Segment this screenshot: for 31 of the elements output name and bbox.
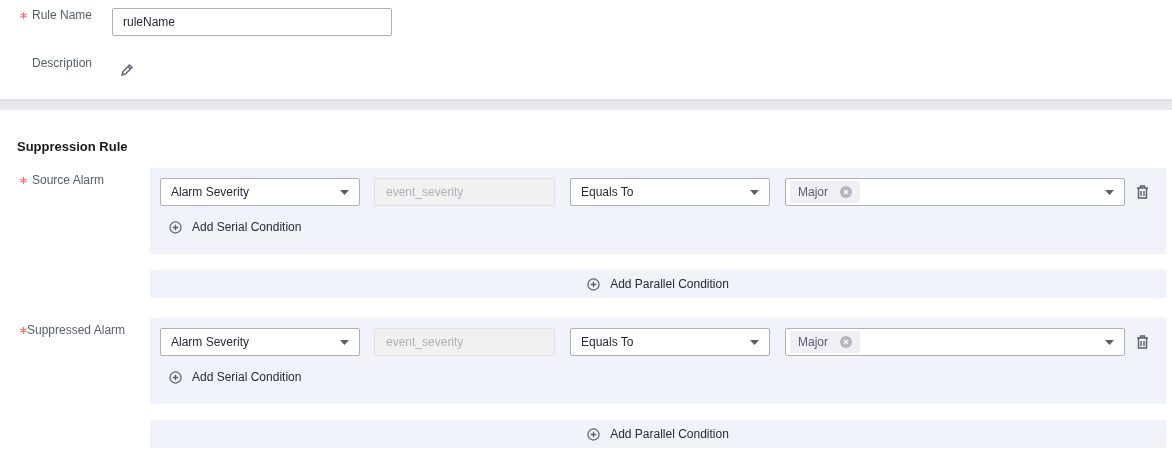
add-serial-condition-button[interactable]: Add Serial Condition: [169, 220, 302, 234]
caret-icon: [1105, 189, 1114, 195]
field-label: Description: [32, 56, 93, 70]
pencil-icon[interactable]: [120, 63, 134, 77]
field-label: Source Alarm: [32, 173, 105, 187]
add-serial-condition-button[interactable]: Add Serial Condition: [169, 370, 302, 384]
value-select[interactable]: Major: [785, 328, 1125, 356]
add-circle-icon: [169, 220, 182, 234]
field-select[interactable]: Alarm Severity: [160, 328, 360, 356]
add-circle-icon: [587, 277, 601, 291]
section-title: Suppression Rule: [16, 138, 129, 156]
key-field: event_severity: [374, 178, 555, 206]
add-circle-icon: [169, 370, 182, 384]
operator-select[interactable]: Equals To: [570, 328, 770, 356]
caret-icon: [750, 189, 759, 195]
add-circle-icon: [587, 427, 601, 441]
field-label: Rule Name: [32, 8, 93, 22]
operator-select[interactable]: Equals To: [570, 178, 770, 206]
trash-icon[interactable]: [1136, 185, 1149, 199]
field-label: Suppressed Alarm: [27, 323, 126, 337]
field-select[interactable]: Alarm Severity: [160, 178, 360, 206]
key-field: event_severity: [374, 328, 555, 356]
add-parallel-condition-button[interactable]: Add Parallel Condition: [150, 420, 1166, 448]
add-parallel-condition-button[interactable]: Add Parallel Condition: [150, 270, 1166, 298]
trash-icon[interactable]: [1136, 335, 1149, 349]
caret-icon: [750, 339, 759, 345]
value-select[interactable]: Major: [785, 178, 1125, 206]
caret-icon: [340, 339, 349, 345]
caret-icon: [1105, 339, 1114, 345]
rule-name-input[interactable]: ruleName: [112, 8, 392, 36]
caret-icon: [340, 189, 349, 195]
